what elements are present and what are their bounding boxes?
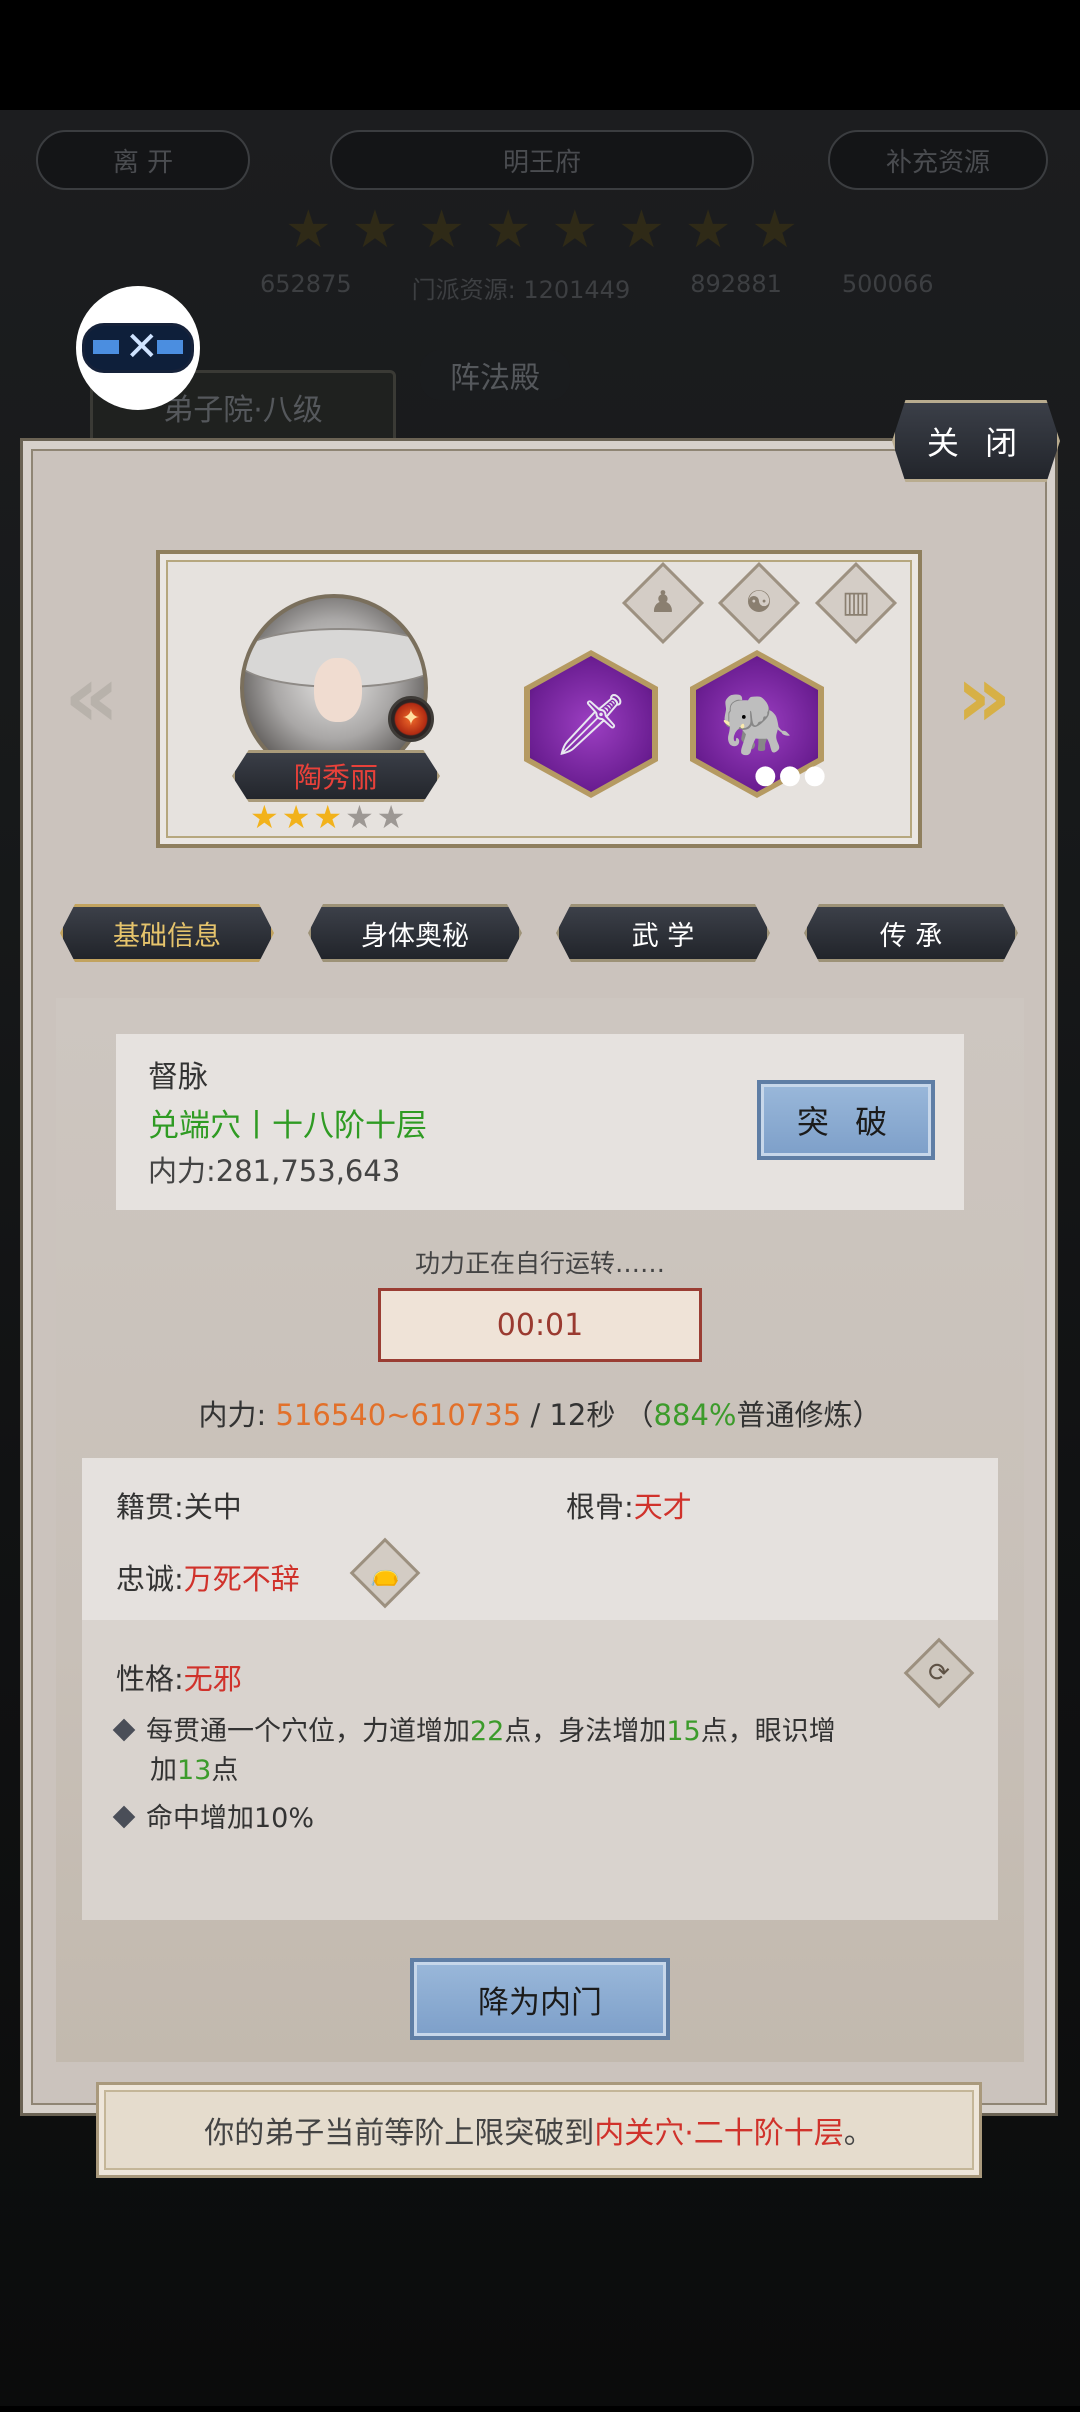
demote-button[interactable]: 降为内门: [410, 1958, 670, 2040]
meridian-title: 督脉: [148, 1060, 208, 1095]
star-icon: ★: [376, 798, 406, 836]
disciple-name: 陶秀丽: [232, 750, 440, 802]
meridian-power: 内力:281,753,643: [148, 1154, 401, 1188]
attr-loyalty: 忠诚:万死不辞: [116, 1562, 300, 1596]
bg-leave-button: 离 开: [36, 130, 250, 190]
bg-hall-label: 阵法殿: [420, 350, 570, 400]
bg-star-row: ★ ★ ★ ★ ★ ★ ★ ★: [285, 200, 798, 260]
star-icon: ★: [313, 798, 343, 836]
cultivation-status: 功力正在自行运转……: [414, 1249, 665, 1278]
bottom-bar: [0, 2406, 1080, 2412]
arrow-right-icon[interactable]: »: [956, 654, 1012, 740]
tab-body-secrets[interactable]: 身体奥秘: [308, 904, 522, 962]
tab-inheritance[interactable]: 传 承: [804, 904, 1018, 962]
tab-martial-arts[interactable]: 武 学: [556, 904, 770, 962]
close-button[interactable]: 关 闭: [892, 400, 1060, 482]
trait-effect-1-cont: 加13点: [150, 1755, 239, 1786]
fire-element-icon: ✦: [388, 696, 434, 742]
bg-title: 明王府: [330, 130, 754, 190]
tab-basic-info[interactable]: 基础信息: [60, 904, 274, 962]
star-icon: ★: [345, 798, 374, 836]
attr-origin: 籍贯:关中: [116, 1490, 242, 1524]
saber-icon: 🗡: [530, 656, 652, 792]
diamond-bullet-icon: [112, 1718, 136, 1741]
star-icon: ★: [281, 798, 311, 836]
notice-bar: 你的弟子当前等阶上限突破到 内关穴·二十阶十层。: [96, 2082, 982, 2178]
cultivation-timer: 00:01: [378, 1288, 702, 1362]
breakthrough-button[interactable]: 突 破: [757, 1080, 935, 1160]
more-dots-icon: ●●●: [754, 760, 829, 790]
arrow-left-icon[interactable]: «: [64, 654, 120, 740]
trait-title: 性格:无邪: [116, 1662, 242, 1696]
bg-resupply-button: 补充资源: [828, 130, 1048, 190]
trait-effect-2: 命中增加10%: [112, 1800, 314, 1838]
meridian-level: 兑端穴丨十八阶十层: [148, 1108, 427, 1144]
star-rating: ★ ★ ★ ★ ★: [250, 800, 420, 834]
trait-effect-1: 每贯通一个穴位，力道增加22点，身法增加15点，眼识增: [112, 1713, 916, 1751]
logo-icon[interactable]: ✕: [76, 286, 200, 410]
diamond-bullet-icon: [112, 1805, 136, 1828]
star-icon: ★: [250, 798, 279, 836]
bg-resource-bar: 652875 门派资源: 1201449 892881 500066: [260, 270, 934, 304]
cultivation-rate: 内力: 516540~610735 / 12秒 （884%普通修炼）: [198, 1398, 882, 1432]
attr-bone: 根骨:天才: [566, 1490, 692, 1524]
